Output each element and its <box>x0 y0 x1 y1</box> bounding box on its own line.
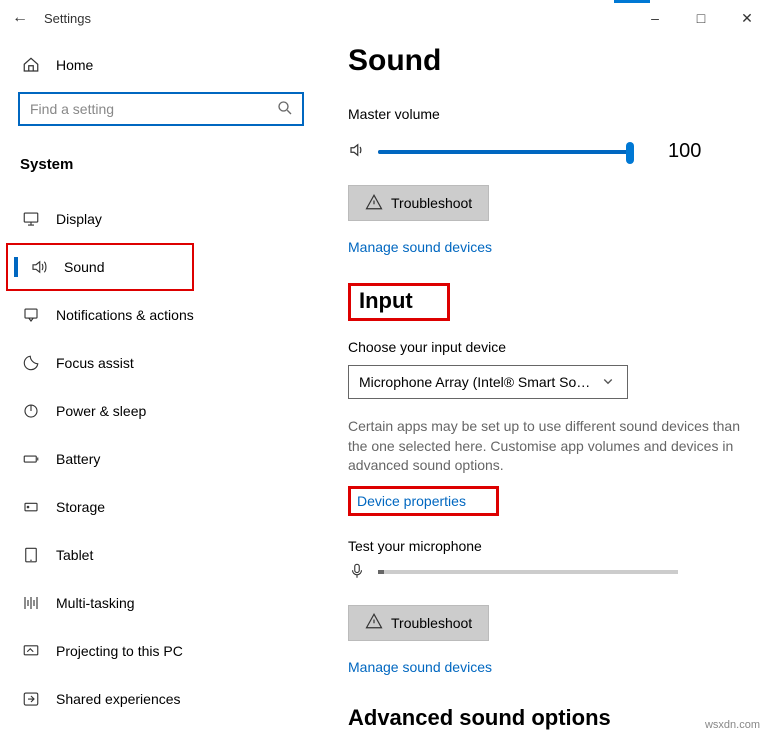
input-device-value: Microphone Array (Intel® Smart So… <box>359 374 599 390</box>
sidebar-item-label: Shared experiences <box>56 691 181 707</box>
sidebar-item-label: Storage <box>56 499 105 515</box>
sidebar-item-label: Multi-tasking <box>56 595 135 611</box>
input-heading: Input <box>348 283 450 321</box>
sidebar-item-sound[interactable]: Sound <box>6 243 194 291</box>
home-label: Home <box>56 57 93 73</box>
home-icon <box>22 56 56 74</box>
sidebar-item-power-sleep[interactable]: Power & sleep <box>0 387 324 435</box>
troubleshoot-label: Troubleshoot <box>391 195 472 211</box>
shared-icon <box>22 690 56 708</box>
home-nav[interactable]: Home <box>0 46 324 84</box>
microphone-icon <box>348 562 366 583</box>
sidebar-item-label: Focus assist <box>56 355 134 371</box>
search-input[interactable]: Find a setting <box>18 92 304 126</box>
manage-output-devices-link[interactable]: Manage sound devices <box>348 239 492 255</box>
category-title: System <box>0 134 324 181</box>
sidebar-item-label: Projecting to this PC <box>56 643 183 659</box>
back-button[interactable]: ← <box>12 9 44 27</box>
sound-icon <box>30 258 64 276</box>
sidebar-item-battery[interactable]: Battery <box>0 435 324 483</box>
sidebar-item-shared[interactable]: Shared experiences <box>0 675 324 723</box>
sidebar-item-label: Notifications & actions <box>56 307 194 323</box>
troubleshoot-input-button[interactable]: Troubleshoot <box>348 605 489 641</box>
volume-slider[interactable] <box>378 150 630 154</box>
test-mic-label: Test your microphone <box>348 538 750 554</box>
input-help-text: Certain apps may be set up to use differ… <box>348 417 748 476</box>
master-volume-label: Master volume <box>348 106 750 122</box>
sidebar-item-label: Display <box>56 211 102 227</box>
projecting-icon <box>22 642 56 660</box>
choose-input-label: Choose your input device <box>348 339 750 355</box>
input-device-select[interactable]: Microphone Array (Intel® Smart So… <box>348 365 628 399</box>
power-icon <box>22 402 56 420</box>
multitasking-icon <box>22 594 56 612</box>
content-pane: Sound Master volume 100 Troubleshoot Man… <box>324 36 770 737</box>
window-title: Settings <box>44 11 91 26</box>
titlebar: ← Settings – □ ✕ <box>0 0 770 36</box>
storage-icon <box>22 498 56 516</box>
sidebar-item-label: Sound <box>64 259 104 275</box>
volume-value: 100 <box>668 140 701 163</box>
troubleshoot-output-button[interactable]: Troubleshoot <box>348 185 489 221</box>
sidebar-item-tablet[interactable]: Tablet <box>0 531 324 579</box>
troubleshoot-label: Troubleshoot <box>391 615 472 631</box>
advanced-heading: Advanced sound options <box>348 705 750 731</box>
close-button[interactable]: ✕ <box>724 0 770 36</box>
mic-level-bar <box>378 570 678 574</box>
page-title: Sound <box>348 44 750 78</box>
search-icon <box>276 99 294 120</box>
window-controls: – □ ✕ <box>632 0 770 36</box>
sidebar-item-label: Battery <box>56 451 100 467</box>
sidebar-item-multitasking[interactable]: Multi-tasking <box>0 579 324 627</box>
manage-input-devices-link[interactable]: Manage sound devices <box>348 659 492 675</box>
watermark: wsxdn.com <box>705 719 760 731</box>
sidebar-item-storage[interactable]: Storage <box>0 483 324 531</box>
battery-icon <box>22 450 56 468</box>
device-properties-link[interactable]: Device properties <box>348 486 499 516</box>
minimize-button[interactable]: – <box>632 0 678 36</box>
tablet-icon <box>22 546 56 564</box>
display-icon <box>22 210 56 228</box>
notifications-icon <box>22 306 56 324</box>
sidebar-item-label: Power & sleep <box>56 403 146 419</box>
search-placeholder: Find a setting <box>30 101 276 117</box>
warning-icon <box>365 193 383 214</box>
sidebar-item-notifications[interactable]: Notifications & actions <box>0 291 324 339</box>
sidebar: Home Find a setting System Display Sound <box>0 36 324 737</box>
sidebar-item-focus-assist[interactable]: Focus assist <box>0 339 324 387</box>
focus-icon <box>22 354 56 372</box>
chevron-down-icon <box>599 372 617 393</box>
warning-icon <box>365 612 383 633</box>
sidebar-item-display[interactable]: Display <box>0 195 324 243</box>
accent-bar <box>614 0 650 3</box>
speaker-icon <box>348 141 366 162</box>
sidebar-item-label: Tablet <box>56 547 93 563</box>
sidebar-item-projecting[interactable]: Projecting to this PC <box>0 627 324 675</box>
maximize-button[interactable]: □ <box>678 0 724 36</box>
